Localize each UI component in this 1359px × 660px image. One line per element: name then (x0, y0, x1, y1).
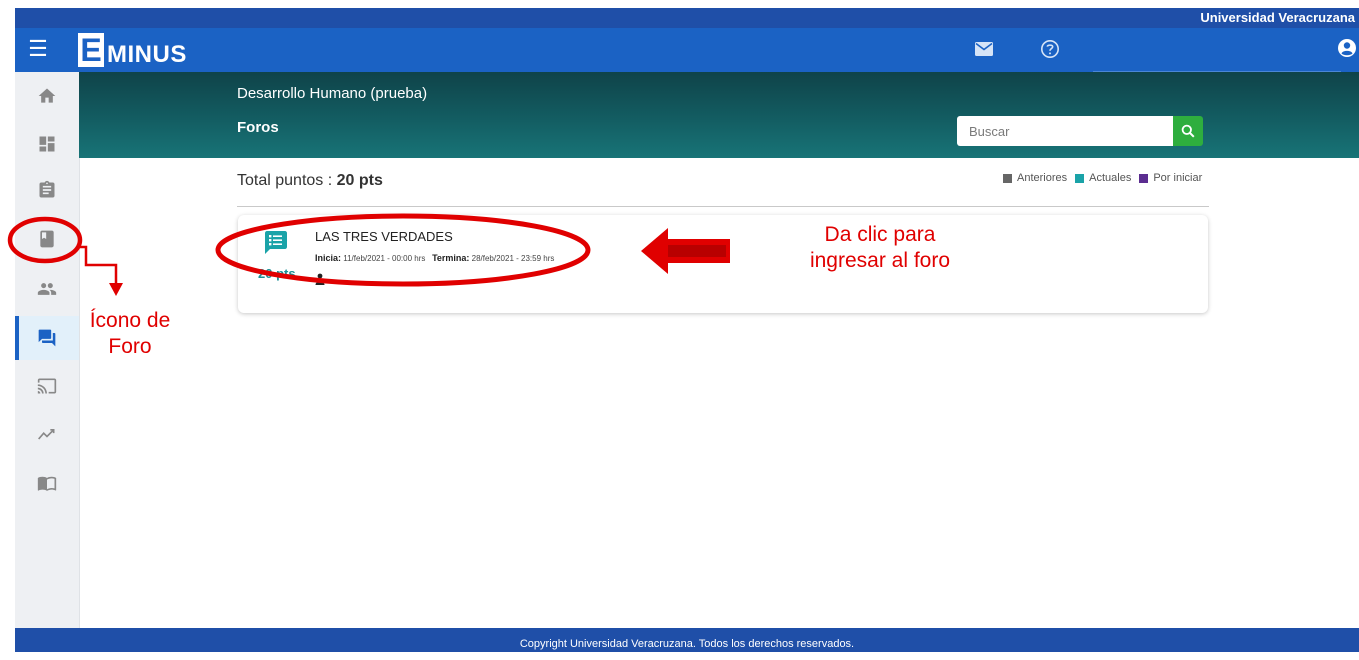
forum-list-icon (265, 231, 287, 254)
search-input[interactable] (957, 116, 1173, 146)
end-label: Termina: (432, 253, 470, 263)
user-icon[interactable] (1337, 38, 1357, 58)
copyright-text: Copyright Universidad Veracruzana. Todos… (519, 638, 855, 650)
sidebar-item-participants[interactable] (15, 267, 79, 311)
annotation-click-label: Da clic para ingresar al foro (770, 222, 990, 273)
logo-letter[interactable]: E (78, 33, 104, 67)
sidebar-item-home[interactable] (15, 74, 79, 118)
participants-icon (315, 273, 325, 285)
legend-item-actuales: Actuales (1075, 172, 1131, 184)
search-icon (1181, 124, 1195, 138)
legend-item-por-iniciar: Por iniciar (1139, 172, 1202, 184)
sidebar-item-assignments[interactable] (15, 168, 79, 212)
annotation-line: Foro (108, 334, 152, 358)
navbar (15, 28, 1359, 72)
footer: Copyright Universidad Veracruzana. Todos… (15, 628, 1359, 652)
dashboard-icon (39, 136, 55, 152)
mail-icon[interactable] (975, 42, 993, 56)
page-title: Foros (237, 119, 279, 136)
logo-text[interactable]: MINUS (107, 41, 187, 69)
annotation-connector (79, 245, 118, 285)
sidebar-item-resources[interactable] (15, 461, 79, 505)
search-button[interactable] (1173, 116, 1203, 146)
legend-swatch-anteriores (1003, 173, 1012, 183)
people-icon (37, 283, 57, 295)
top-strip: Universidad Veracruzana (15, 8, 1359, 28)
annotation-line: Ícono de (89, 309, 171, 332)
cast-icon (37, 378, 57, 394)
sidebar-item-sessions[interactable] (15, 364, 79, 408)
legend-item-anteriores: Anteriores (1003, 172, 1067, 184)
legend-label-actuales: Actuales (1089, 172, 1132, 184)
start-date: 11/feb/2021 - 00:00 hrs (343, 254, 426, 263)
book-icon (40, 230, 54, 248)
legend-label-anteriores: Anteriores (1017, 172, 1068, 184)
institution-name: Universidad Veracruzana (1200, 10, 1355, 25)
sidebar-item-content[interactable] (15, 217, 79, 261)
course-title[interactable]: Desarrollo Humano (prueba) (237, 85, 427, 102)
annotation-arrowhead-down (109, 283, 123, 296)
home-icon (38, 88, 56, 103)
menu-icon[interactable]: ☰ (25, 36, 51, 62)
total-points-value: 20 pts (336, 172, 383, 189)
legend-label-por-iniciar: Por iniciar (1153, 172, 1203, 184)
sidebar-item-forums[interactable] (15, 316, 79, 360)
forum-icon (38, 329, 56, 347)
open-book-icon (37, 476, 57, 491)
annotation-forum-icon-label: Ícono de Foro (80, 308, 180, 359)
status-legend: Anteriores Actuales Por iniciar (1003, 172, 1210, 184)
annotation-line: Da clic para (824, 223, 936, 246)
legend-swatch-por-iniciar (1139, 173, 1149, 183)
sidebar-item-dashboard[interactable] (15, 122, 79, 166)
end-date: 28/feb/2021 - 23:59 hrs (471, 254, 555, 263)
sidebar-item-progress[interactable] (15, 412, 79, 456)
legend-swatch-actuales (1075, 173, 1085, 183)
forum-title-link[interactable]: LAS TRES VERDADES (315, 229, 453, 244)
trend-icon (38, 429, 55, 440)
start-label: Inicia: (315, 253, 342, 263)
total-points-label: Total puntos : (237, 172, 337, 189)
annotation-line: ingresar al foro (809, 248, 951, 272)
divider (237, 206, 1209, 207)
total-points: Total puntos : 20 pts (237, 172, 383, 190)
forum-points: 20 pts (258, 266, 296, 281)
help-icon[interactable] (1040, 39, 1060, 59)
forum-dates: Inicia: 11/feb/2021 - 00:00 hrs Termina:… (315, 253, 554, 263)
clipboard-icon (39, 180, 55, 198)
